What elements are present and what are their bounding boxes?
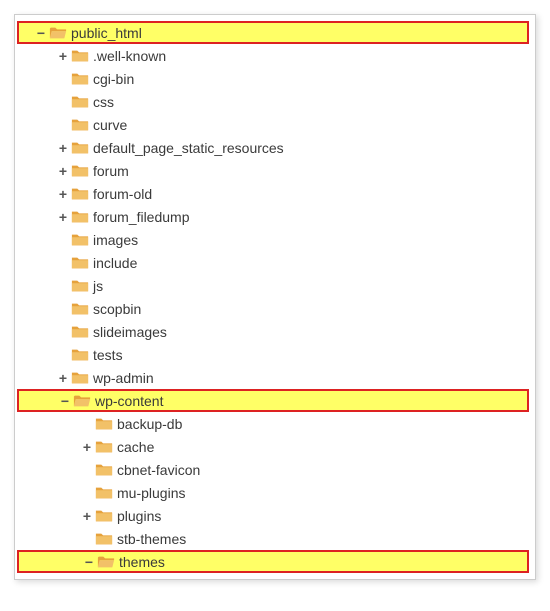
folder-icon [71, 208, 89, 226]
folder-label: forum_filedump [93, 209, 190, 225]
tree-node[interactable]: images [17, 228, 529, 251]
folder-icon [71, 346, 89, 364]
tree-node[interactable]: + forum [17, 159, 529, 182]
folder-icon [95, 438, 113, 456]
folder-icon [71, 93, 89, 111]
folder-open-icon [73, 392, 91, 410]
tree-node[interactable]: − wp-content [17, 389, 529, 412]
expand-icon[interactable]: + [55, 209, 71, 225]
expand-icon[interactable]: + [79, 439, 95, 455]
tree-node[interactable]: − public_html [17, 21, 529, 44]
folder-label: default_page_static_resources [93, 140, 284, 156]
folder-icon [71, 231, 89, 249]
folder-icon [71, 185, 89, 203]
tree-node[interactable]: slideimages [17, 320, 529, 343]
folder-label: slideimages [93, 324, 167, 340]
folder-label: .well-known [93, 48, 166, 64]
folder-label: images [93, 232, 138, 248]
folder-icon [95, 484, 113, 502]
folder-open-icon [49, 24, 67, 42]
tree-node[interactable]: stb-themes [17, 527, 529, 550]
tree-node[interactable]: backup-db [17, 412, 529, 435]
tree-node[interactable]: + wp-admin [17, 366, 529, 389]
tree-node[interactable]: + .well-known [17, 44, 529, 67]
tree-node[interactable]: + plugins [17, 504, 529, 527]
folder-icon [71, 300, 89, 318]
folder-label: include [93, 255, 137, 271]
tree-node[interactable]: + forum_filedump [17, 205, 529, 228]
collapse-icon[interactable]: − [57, 393, 73, 409]
folder-icon [95, 530, 113, 548]
tree-node[interactable]: − themes [17, 550, 529, 573]
folder-icon [95, 461, 113, 479]
tree-node[interactable]: include [17, 251, 529, 274]
folder-icon [95, 507, 113, 525]
tree-node[interactable]: tests [17, 343, 529, 366]
tree-node[interactable]: + cache [17, 435, 529, 458]
folder-icon [71, 162, 89, 180]
folder-label: tests [93, 347, 123, 363]
collapse-icon[interactable]: − [81, 554, 97, 570]
folder-label: forum [93, 163, 129, 179]
folder-label: cbnet-favicon [117, 462, 200, 478]
tree-node[interactable]: cbnet-favicon [17, 458, 529, 481]
folder-label: wp-content [95, 393, 163, 409]
folder-open-icon [97, 553, 115, 571]
folder-icon [71, 323, 89, 341]
folder-label: scopbin [93, 301, 141, 317]
tree-node[interactable]: mu-plugins [17, 481, 529, 504]
folder-icon [71, 254, 89, 272]
folder-label: mu-plugins [117, 485, 185, 501]
expand-icon[interactable]: + [55, 48, 71, 64]
folder-label: backup-db [117, 416, 182, 432]
folder-icon [71, 277, 89, 295]
tree-node[interactable]: js [17, 274, 529, 297]
folder-icon [71, 70, 89, 88]
tree-node[interactable]: scopbin [17, 297, 529, 320]
folder-label: themes [119, 554, 165, 570]
tree-node[interactable]: + default_page_static_resources [17, 136, 529, 159]
folder-tree-panel: −public_html+.well-knowncgi-bincsscurve+… [14, 14, 536, 580]
tree-node[interactable]: curve [17, 113, 529, 136]
folder-label: js [93, 278, 103, 294]
expand-icon[interactable]: + [55, 186, 71, 202]
expand-icon[interactable]: + [79, 508, 95, 524]
folder-icon [71, 47, 89, 65]
folder-label: forum-old [93, 186, 152, 202]
folder-icon [71, 369, 89, 387]
folder-label: cache [117, 439, 154, 455]
expand-icon[interactable]: + [55, 163, 71, 179]
folder-label: plugins [117, 508, 161, 524]
expand-icon[interactable]: + [55, 370, 71, 386]
tree-node[interactable]: + forum-old [17, 182, 529, 205]
folder-label: cgi-bin [93, 71, 134, 87]
expand-icon[interactable]: + [55, 140, 71, 156]
tree-node[interactable]: cgi-bin [17, 67, 529, 90]
folder-label: css [93, 94, 114, 110]
folder-label: stb-themes [117, 531, 186, 547]
tree-node[interactable]: css [17, 90, 529, 113]
folder-icon [71, 116, 89, 134]
folder-icon [95, 415, 113, 433]
folder-label: public_html [71, 25, 142, 41]
collapse-icon[interactable]: − [33, 25, 49, 41]
folder-label: wp-admin [93, 370, 154, 386]
folder-icon [71, 139, 89, 157]
folder-label: curve [93, 117, 127, 133]
